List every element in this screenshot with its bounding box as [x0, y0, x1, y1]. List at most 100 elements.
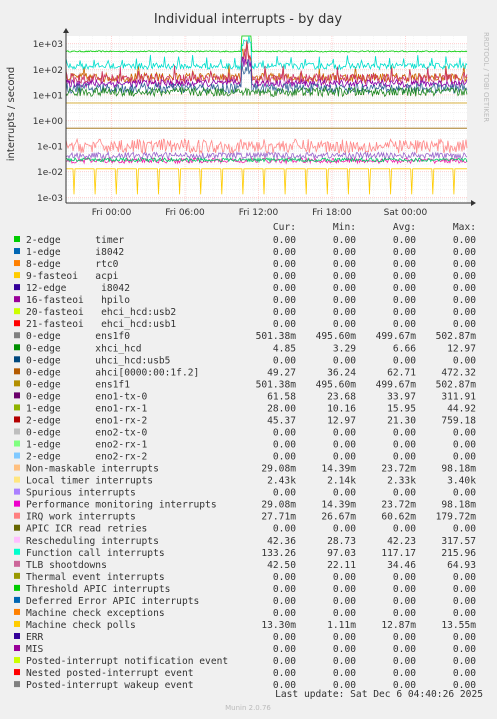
legend-value: 0.00 — [333, 427, 356, 438]
legend-swatch — [14, 308, 20, 315]
legend-value: 29.08m — [261, 500, 296, 511]
legend-label: 1-edge i8042 — [26, 247, 124, 258]
legend-value: 0.00 — [333, 295, 356, 306]
legend-swatch — [14, 645, 20, 652]
legend-value: 0.00 — [273, 235, 296, 246]
legend-value: 0.00 — [333, 608, 356, 619]
legend-value: 0.00 — [273, 295, 296, 306]
legend-value: 27.71m — [261, 512, 296, 523]
legend-value: 0.00 — [393, 271, 416, 282]
legend-swatch — [14, 392, 20, 399]
legend-value: 0.00 — [273, 632, 296, 643]
legend-value: 23.68 — [327, 391, 356, 402]
legend-value: 472.32 — [441, 367, 476, 378]
legend-value: 0.00 — [273, 596, 296, 607]
legend-label: 20-fasteoi ehci_hcd:usb2 — [26, 307, 176, 318]
legend-value: 0.00 — [453, 572, 476, 583]
legend-value: 0.00 — [333, 524, 356, 535]
legend-value: 0.00 — [273, 440, 296, 451]
legend-swatch — [14, 548, 20, 555]
y-tick-label: 1e+01 — [33, 91, 63, 101]
legend-swatch — [14, 620, 20, 627]
y-axis-arrow — [63, 28, 69, 33]
legend-swatch — [14, 524, 20, 531]
legend-value: 0.00 — [393, 319, 416, 330]
legend-value: 0.00 — [273, 488, 296, 499]
legend-value: 14.39m — [321, 464, 356, 475]
legend-label: 8-edge rtc0 — [26, 259, 119, 270]
x-tick-label: Fri 06:00 — [165, 208, 205, 218]
legend-swatch — [14, 632, 20, 639]
legend-label: 0-edge uhci_hcd:usb5 — [26, 355, 170, 366]
legend-value: 10.16 — [327, 403, 356, 414]
legend-value: 0.00 — [333, 452, 356, 463]
legend-value: 45.37 — [267, 415, 296, 426]
y-tick-label: 1e-02 — [37, 168, 63, 178]
legend-value: 501.38m — [256, 331, 297, 342]
legend-value: 0.00 — [273, 524, 296, 535]
legend-label: Threshold APIC interrupts — [26, 584, 170, 595]
legend-value: 62.71 — [387, 367, 416, 378]
legend-label: 0-edge ens1f0 — [26, 331, 130, 342]
legend-value: 499.67m — [376, 379, 417, 390]
chart-title: Individual interrupts - by day — [154, 12, 342, 27]
legend-value: 23.72m — [381, 464, 416, 475]
legend-value: 42.36 — [267, 536, 296, 547]
legend-value: 22.11 — [327, 560, 356, 571]
legend-label: TLB shootdowns — [26, 560, 107, 571]
y-tick-label: 1e+03 — [33, 40, 63, 50]
legend-value: 179.72m — [436, 512, 477, 523]
legend-swatch — [14, 596, 20, 603]
y-tick-label: 1e+00 — [33, 117, 64, 127]
legend-value: 3.40k — [447, 476, 476, 487]
legend-value: 0.00 — [393, 440, 416, 451]
legend-label: 21-fasteoi ehci_hcd:usb1 — [26, 319, 176, 330]
legend-value: 61.58 — [267, 391, 296, 402]
legend-value: 0.00 — [453, 355, 476, 366]
legend-label: Local timer interrupts — [26, 476, 153, 487]
legend-value: 0.00 — [393, 295, 416, 306]
legend-value: 28.00 — [267, 403, 296, 414]
legend-value: 0.00 — [453, 596, 476, 607]
legend-value: 0.00 — [273, 319, 296, 330]
legend-value: 0.00 — [453, 668, 476, 679]
legend-value: 0.00 — [453, 259, 476, 270]
legend-value: 0.00 — [453, 235, 476, 246]
legend-value: 0.00 — [333, 656, 356, 667]
legend-value: 0.00 — [453, 271, 476, 282]
legend-value: 0.00 — [393, 355, 416, 366]
x-axis-arrow — [471, 200, 476, 206]
interrupts-chart: Individual interrupts - by day RRDTOOL /… — [6, 12, 490, 712]
legend-label: 16-fasteoi hpilo — [26, 295, 130, 306]
legend-label: 1-edge eno2-rx-1 — [26, 440, 148, 451]
legend-value: 0.00 — [273, 283, 296, 294]
legend-label: Non-maskable interrupts — [26, 464, 159, 475]
legend-value: 0.00 — [333, 596, 356, 607]
legend-value: 0.00 — [273, 307, 296, 318]
legend-swatch — [14, 657, 20, 664]
legend-value: 0.00 — [333, 271, 356, 282]
legend-label: 0-edge ahci[0000:00:1f.2] — [26, 367, 199, 378]
legend-value: 13.30m — [261, 620, 296, 631]
legend-value: 1.11m — [327, 620, 356, 631]
legend-swatch — [14, 320, 20, 327]
legend-value: 0.00 — [393, 644, 416, 655]
legend-value: 0.00 — [333, 283, 356, 294]
legend-swatch — [14, 572, 20, 579]
legend-value: 12.97 — [447, 343, 476, 354]
footer: Munin 2.0.76 — [225, 704, 271, 712]
legend-swatch — [14, 368, 20, 375]
legend-value: 0.00 — [273, 427, 296, 438]
legend-label: Deferred Error APIC interrupts — [26, 596, 199, 607]
legend-swatch — [14, 584, 20, 591]
legend-value: 0.00 — [333, 307, 356, 318]
legend-value: 13.55m — [441, 620, 476, 631]
legend-value: 0.00 — [333, 584, 356, 595]
y-axis-label: interrupts / second — [6, 67, 17, 161]
legend-label: 0-edge eno2-tx-0 — [26, 427, 148, 438]
legend-swatch — [14, 476, 20, 483]
legend-label: Posted-interrupt wakeup event — [26, 680, 194, 691]
legend-swatch — [14, 500, 20, 507]
legend-value: 44.92 — [447, 403, 476, 414]
legend-value: 0.00 — [393, 307, 416, 318]
